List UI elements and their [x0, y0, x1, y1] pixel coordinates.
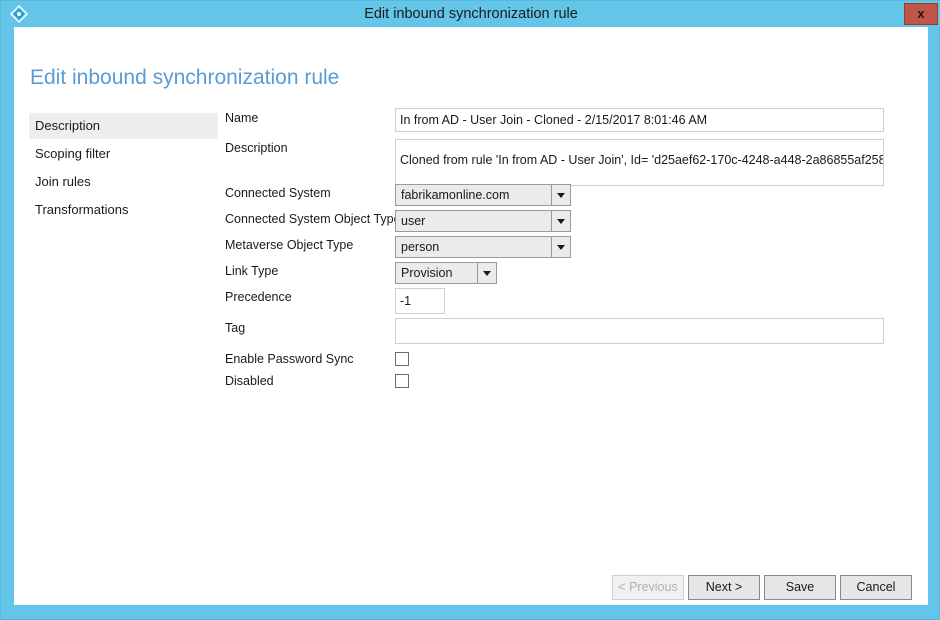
- dialog-window: Edit inbound synchronization rule x Edit…: [0, 0, 940, 620]
- name-label: Name: [225, 111, 259, 125]
- connected-system-label: Connected System: [225, 186, 331, 200]
- metaverse-object-type-label: Metaverse Object Type: [225, 238, 354, 252]
- link-type-label: Link Type: [225, 264, 279, 278]
- window-title: Edit inbound synchronization rule: [364, 6, 578, 22]
- tag-input[interactable]: [395, 318, 884, 344]
- metaverse-object-type-value: person: [401, 240, 440, 254]
- disabled-checkbox[interactable]: [395, 374, 409, 388]
- description-label: Description: [225, 141, 288, 155]
- previous-button[interactable]: < Previous: [612, 575, 684, 600]
- precedence-input[interactable]: [395, 288, 445, 314]
- link-type-value: Provision: [401, 266, 453, 280]
- connected-system-value: fabrikamonline.com: [401, 188, 510, 202]
- dialog-content: Edit inbound synchronization rule Descri…: [14, 27, 928, 605]
- next-button[interactable]: Next >: [688, 575, 760, 600]
- connected-system-dropdown[interactable]: fabrikamonline.com: [395, 184, 571, 206]
- chevron-down-icon[interactable]: [551, 237, 570, 257]
- metaverse-object-type-dropdown[interactable]: person: [395, 236, 571, 258]
- chevron-down-icon[interactable]: [551, 185, 570, 205]
- chevron-down-icon[interactable]: [551, 211, 570, 231]
- tag-label: Tag: [225, 321, 246, 335]
- description-textarea[interactable]: [395, 139, 884, 186]
- connected-system-object-type-value: user: [401, 214, 426, 228]
- enable-password-sync-checkbox[interactable]: [395, 352, 409, 366]
- description-form: Name Description Connected System fabrik…: [14, 27, 928, 605]
- name-input[interactable]: [395, 108, 884, 132]
- enable-password-sync-label: Enable Password Sync: [225, 352, 354, 366]
- connected-system-object-type-label: Connected System Object Type: [225, 212, 401, 226]
- save-button[interactable]: Save: [764, 575, 836, 600]
- precedence-label: Precedence: [225, 290, 292, 304]
- title-bar: Edit inbound synchronization rule x: [1, 1, 940, 27]
- cancel-button[interactable]: Cancel: [840, 575, 912, 600]
- disabled-label: Disabled: [225, 374, 274, 388]
- close-icon[interactable]: x: [904, 3, 938, 25]
- connected-system-object-type-dropdown[interactable]: user: [395, 210, 571, 232]
- chevron-down-icon[interactable]: [477, 263, 496, 283]
- link-type-dropdown[interactable]: Provision: [395, 262, 497, 284]
